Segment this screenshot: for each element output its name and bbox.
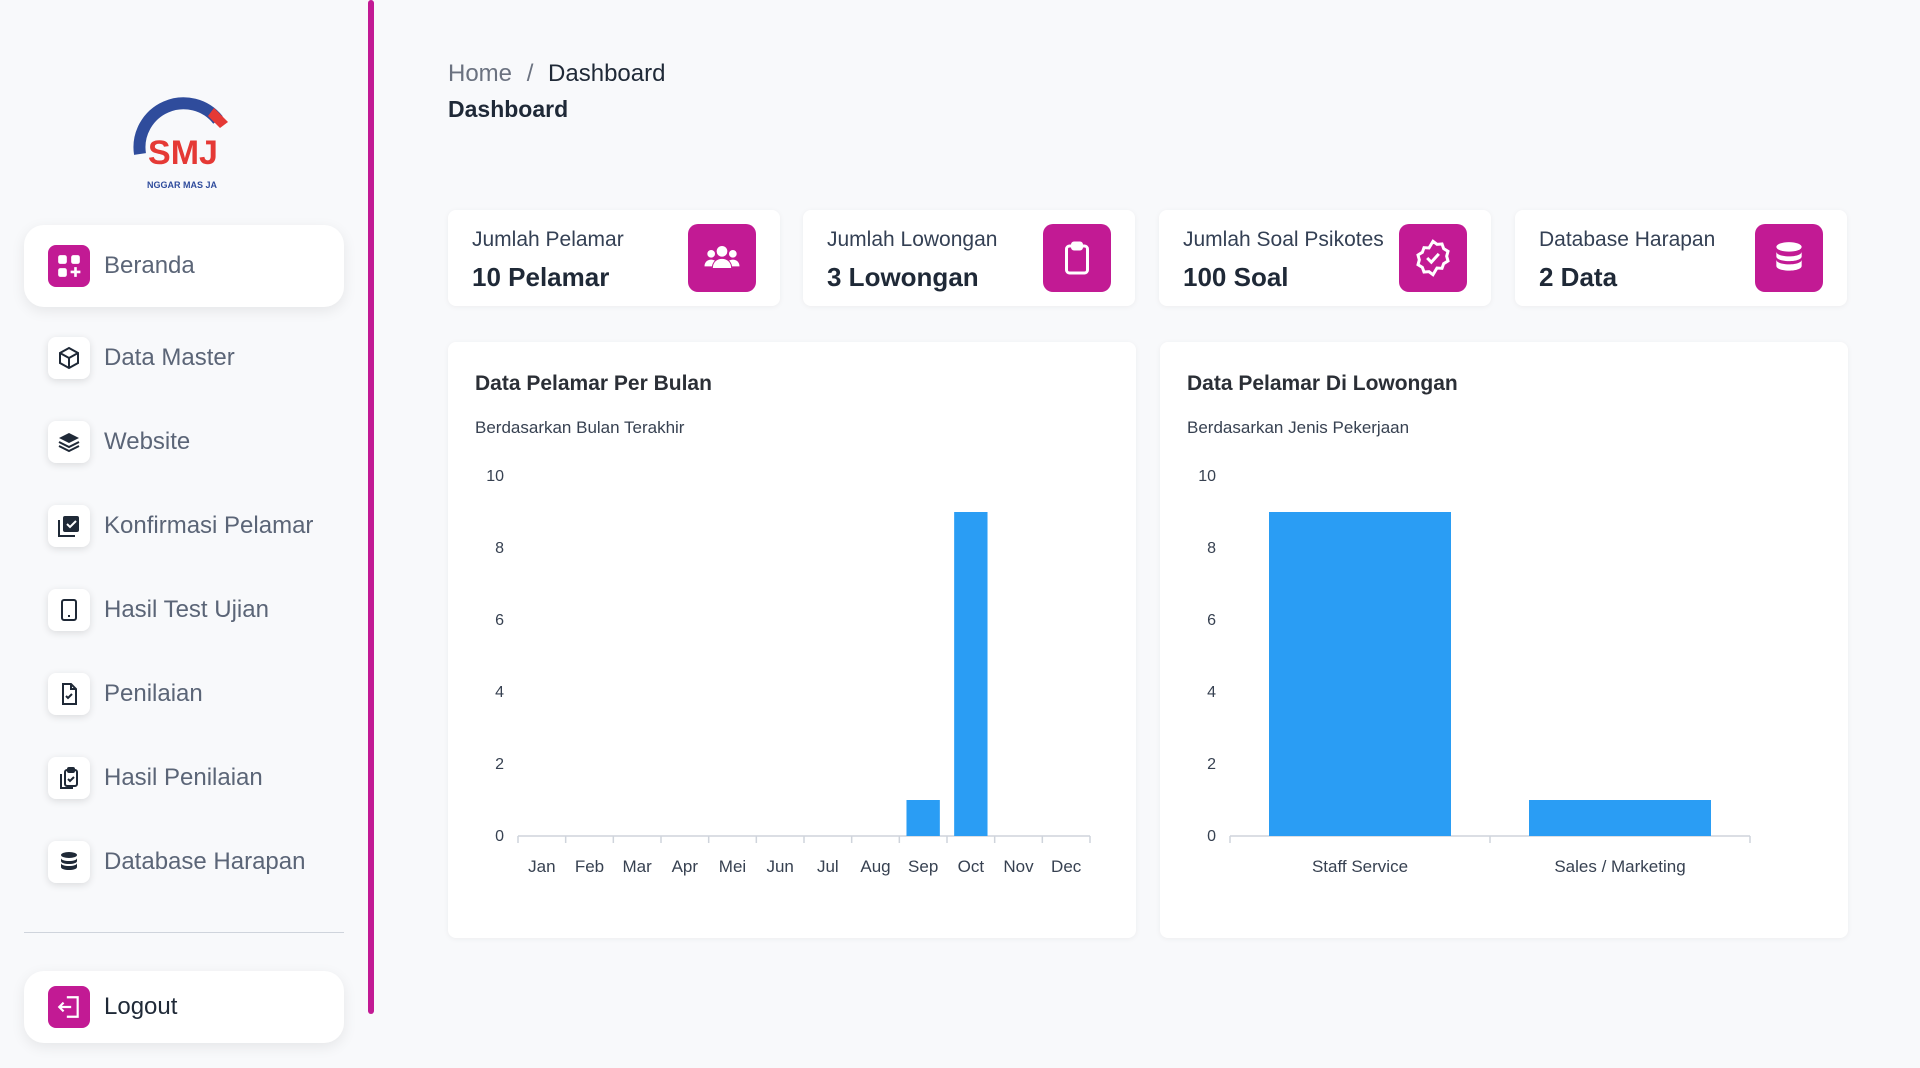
tablet-icon [48, 589, 90, 631]
y-tick-label: 10 [1198, 468, 1216, 485]
sidebar-item-hasil-penilaian[interactable]: Hasil Penilaian [24, 737, 344, 819]
stat-label: Database Harapan [1539, 228, 1716, 251]
x-tick-label: Apr [672, 857, 699, 876]
sidebar-accent-border [368, 0, 374, 1014]
breadcrumb: Home / Dashboard [448, 60, 665, 88]
sidebar: SMJ NGGAR MAS JA Beranda Data Master Web… [0, 0, 370, 1068]
x-tick-label: Jan [528, 857, 555, 876]
x-tick-label: Aug [860, 857, 890, 876]
bar [954, 512, 988, 836]
x-tick-label: Mei [719, 857, 746, 876]
sidebar-item-label: Konfirmasi Pelamar [104, 512, 314, 539]
sidebar-item-website[interactable]: Website [24, 401, 344, 483]
sidebar-item-database-harapan[interactable]: Database Harapan [24, 821, 344, 903]
sidebar-item-label: Database Harapan [104, 848, 306, 875]
bar-chart-per-bulan: 0 2 4 6 8 10 Jan Feb Mar Apr Mei Jun Jul Aug Sep Oct Nov… [486, 468, 1091, 876]
stat-label: Jumlah Pelamar [472, 228, 624, 251]
stat-value: 100 Soal [1183, 262, 1289, 292]
y-tick-label: 4 [1207, 684, 1216, 701]
bar [1269, 512, 1451, 836]
sidebar-item-beranda[interactable]: Beranda [24, 225, 344, 307]
y-tick-label: 0 [495, 828, 504, 845]
stat-value: 10 Pelamar [472, 262, 610, 292]
y-tick-label: 10 [486, 468, 504, 485]
y-tick-label: 8 [1207, 540, 1216, 557]
company-logo: SMJ NGGAR MAS JA [128, 92, 238, 202]
x-tick-label: Staff Service [1312, 857, 1408, 876]
layers-icon [48, 421, 90, 463]
breadcrumb-current: Dashboard [548, 60, 666, 87]
x-tick-label: Feb [575, 857, 604, 876]
cube-icon [48, 337, 90, 379]
database-icon [1755, 224, 1823, 292]
stat-label: Jumlah Lowongan [827, 228, 998, 251]
clipboard-icon [1043, 224, 1111, 292]
clipboard-check-icon [48, 757, 90, 799]
y-tick-label: 6 [1207, 612, 1216, 629]
stat-card-soal-psikotes: Jumlah Soal Psikotes 100 Soal [1159, 210, 1491, 306]
y-tick-label: 2 [1207, 756, 1216, 773]
sidebar-item-label: Data Master [104, 344, 235, 371]
stat-value: 3 Lowongan [827, 262, 979, 292]
bar [906, 800, 940, 836]
y-tick-label: 8 [495, 540, 504, 557]
grid-plus-icon [48, 245, 90, 287]
x-tick-label: Jul [817, 857, 839, 876]
breadcrumb-home[interactable]: Home [448, 60, 512, 87]
sidebar-item-hasil-test-ujian[interactable]: Hasil Test Ujian [24, 569, 344, 651]
page-title: Dashboard [448, 96, 569, 122]
logout-button[interactable]: Logout [24, 971, 344, 1043]
sidebar-item-penilaian[interactable]: Penilaian [24, 653, 344, 735]
sidebar-item-label: Hasil Test Ujian [104, 596, 269, 623]
stat-label: Jumlah Soal Psikotes [1183, 228, 1384, 251]
stat-card-pelamar: Jumlah Pelamar 10 Pelamar [448, 210, 780, 306]
svg-text:SMJ: SMJ [148, 134, 218, 172]
database-icon [48, 841, 90, 883]
badge-check-icon [1399, 224, 1467, 292]
sidebar-separator [24, 932, 344, 933]
file-check-icon [48, 673, 90, 715]
sidebar-item-label: Hasil Penilaian [104, 764, 263, 791]
y-tick-label: 2 [495, 756, 504, 773]
logout-icon [48, 986, 90, 1028]
bar [1529, 800, 1711, 836]
logout-label: Logout [104, 993, 178, 1020]
sidebar-item-label: Beranda [104, 252, 195, 279]
bar-chart-lowongan: 0 2 4 6 8 10 Staff Service Sales / Marketing [1198, 468, 1751, 876]
sidebar-item-konfirmasi-pelamar[interactable]: Konfirmasi Pelamar [24, 485, 344, 567]
y-tick-label: 4 [495, 684, 504, 701]
x-tick-label: Jun [766, 857, 793, 876]
checklist-icon [48, 505, 90, 547]
y-tick-label: 0 [1207, 828, 1216, 845]
stat-card-lowongan: Jumlah Lowongan 3 Lowongan [803, 210, 1135, 306]
stat-value: 2 Data [1539, 262, 1618, 292]
stat-card-database-harapan: Database Harapan 2 Data [1515, 210, 1847, 306]
x-tick-label: Nov [1003, 857, 1034, 876]
x-tick-label: Sales / Marketing [1554, 857, 1685, 876]
breadcrumb-separator: / [526, 60, 534, 87]
sidebar-item-label: Penilaian [104, 680, 203, 707]
sidebar-item-data-master[interactable]: Data Master [24, 317, 344, 399]
y-tick-label: 6 [495, 612, 504, 629]
sidebar-item-label: Website [104, 428, 191, 455]
chart-card-lowongan: Data Pelamar Di Lowongan Berdasarkan Jen… [1160, 342, 1848, 938]
svg-text:NGGAR MAS JA: NGGAR MAS JA [147, 180, 218, 190]
x-tick-label: Mar [623, 857, 653, 876]
chart-card-per-bulan: Data Pelamar Per Bulan Berdasarkan Bulan… [448, 342, 1136, 938]
users-icon [688, 224, 756, 292]
x-tick-label: Oct [958, 857, 985, 876]
x-tick-label: Dec [1051, 857, 1082, 876]
x-tick-label: Sep [908, 857, 938, 876]
